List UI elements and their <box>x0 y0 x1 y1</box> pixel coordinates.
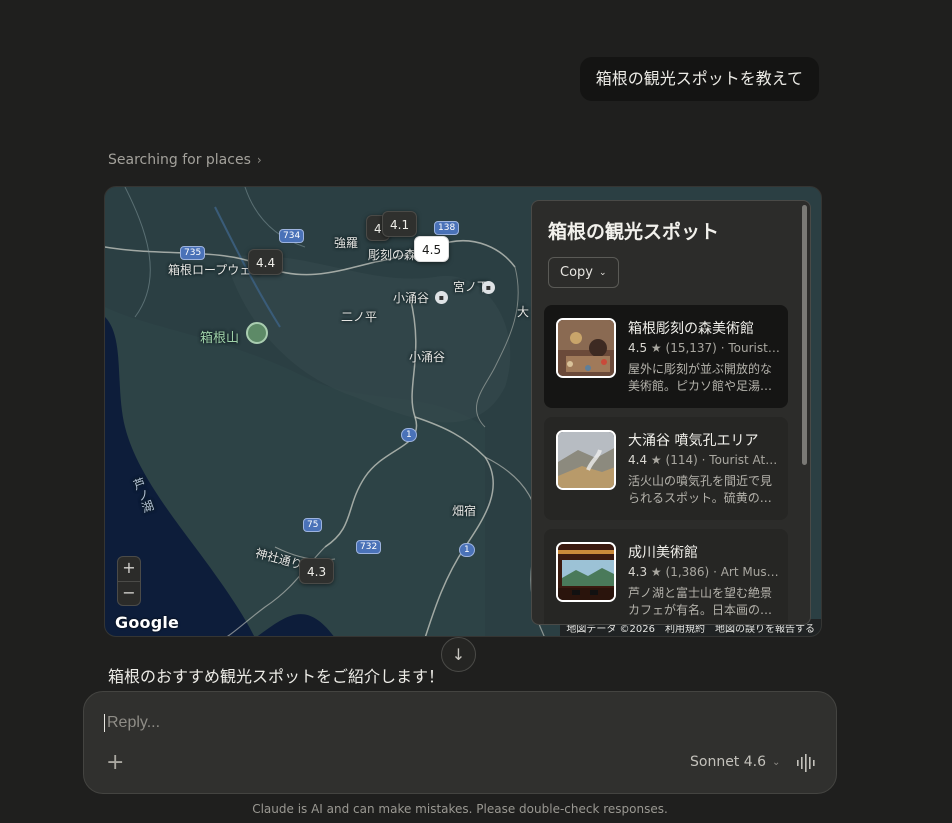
place-photo <box>556 318 616 378</box>
meta-separator: · <box>720 341 725 355</box>
copy-button[interactable]: Copy ⌄ <box>548 257 619 288</box>
map-label-ninotaira: 二ノ平 <box>341 310 378 324</box>
place-name: 箱根彫刻の森美術館 <box>628 321 754 337</box>
chevron-down-icon: ⌄ <box>772 756 781 768</box>
map-label-gora: 強羅 <box>334 236 359 250</box>
map-label-edge: 大 <box>517 305 530 319</box>
voice-input-button[interactable] <box>796 754 818 776</box>
route-shield: 1 <box>459 543 475 557</box>
chevron-down-icon: ⌄ <box>598 267 607 278</box>
place-category: Tourist … <box>728 341 780 355</box>
places-list: 箱根彫刻の森美術館 4.5 ★ (15,137) · Tourist … 屋外に… <box>544 305 788 624</box>
route-shield: 732 <box>356 540 382 554</box>
plus-icon: + <box>106 750 125 775</box>
star-icon: ★ <box>650 453 662 467</box>
train-station-icon: ▪ <box>435 291 448 304</box>
reply-input[interactable] <box>104 714 704 732</box>
searching-status[interactable]: Searching for places › <box>108 152 262 168</box>
zoom-control: + − <box>117 556 141 606</box>
place-reviews: (114) <box>665 453 698 467</box>
map-label-hatajuku: 畑宿 <box>452 504 477 518</box>
map-label-hakoneyama: 箱根山 <box>200 331 240 346</box>
map-pin[interactable]: 4.4 <box>248 249 284 275</box>
add-attachment-button[interactable]: + <box>106 752 124 774</box>
place-rating: 4.5 <box>628 341 648 355</box>
mountain-icon[interactable] <box>246 322 268 344</box>
place-meta: 4.5 ★ (15,137) · Tourist … <box>628 341 780 355</box>
map-pin[interactable]: 4.3 <box>299 558 335 584</box>
place-rating: 4.3 <box>628 565 648 579</box>
place-name: 大涌谷 噴気孔エリア <box>628 433 759 449</box>
star-icon: ★ <box>650 565 662 579</box>
map-label-sculpture: 彫刻の森 <box>368 248 417 262</box>
place-meta: 4.3 ★ (1,386) · Art Mus… <box>628 565 780 579</box>
zoom-out-button[interactable]: − <box>118 581 140 605</box>
map-pin-active[interactable]: 4.5 <box>414 236 450 262</box>
place-meta: 4.4 ★ (114) · Tourist Att… <box>628 453 780 467</box>
place-card[interactable]: 大涌谷 噴気孔エリア 4.4 ★ (114) · Tourist Att… 活火… <box>544 417 788 520</box>
place-category: Tourist Att… <box>709 453 780 467</box>
waveform-icon <box>797 754 815 772</box>
disclaimer: Claude is AI and can make mistakes. Plea… <box>252 802 668 816</box>
copy-label: Copy <box>560 265 593 280</box>
user-message-bubble: 箱根の観光スポットを教えて <box>579 57 819 101</box>
place-card[interactable]: 箱根彫刻の森美術館 4.5 ★ (15,137) · Tourist … 屋外に… <box>544 305 788 408</box>
route-shield: 735 <box>180 246 206 260</box>
route-shield: 138 <box>434 221 460 235</box>
place-name: 成川美術館 <box>628 545 698 561</box>
panel-scrollbar[interactable] <box>802 205 807 465</box>
meta-separator: · <box>701 453 706 467</box>
route-shield: 734 <box>279 229 305 243</box>
route-shield: 75 <box>303 518 323 532</box>
place-description: 屋外に彫刻が並ぶ開放的な美術館。ピカソ館や足湯… <box>628 362 773 393</box>
places-panel: 箱根の観光スポット Copy ⌄ 箱根彫刻の森美術館 4.5 ★ (15,137… <box>531 200 811 625</box>
place-photo <box>556 542 616 602</box>
place-photo <box>556 430 616 490</box>
composer: + Sonnet 4.6 ⌄ <box>83 691 837 794</box>
searching-label: Searching for places <box>108 152 251 168</box>
chevron-right-icon: › <box>256 153 262 167</box>
assistant-intro: 箱根のおすすめ観光スポットをご紹介します！ <box>108 667 445 686</box>
place-category: Art Mus… <box>720 565 779 579</box>
train-station-icon: ▪ <box>482 281 495 294</box>
model-selector[interactable]: Sonnet 4.6 ⌄ <box>690 754 780 770</box>
place-reviews: (15,137) <box>665 341 717 355</box>
star-icon: ★ <box>650 341 662 355</box>
zoom-in-button[interactable]: + <box>118 557 140 581</box>
place-rating: 4.4 <box>628 453 648 467</box>
route-shield: 1 <box>401 428 417 442</box>
map-label-kowakudani: 小涌谷 <box>409 350 446 364</box>
scroll-down-button[interactable]: ↓ <box>441 637 476 672</box>
meta-separator: · <box>713 565 717 579</box>
place-reviews: (1,386) <box>665 565 710 579</box>
panel-title: 箱根の観光スポット <box>548 221 720 243</box>
map-pin[interactable]: 4.1 <box>382 211 418 237</box>
arrow-down-icon: ↓ <box>451 645 466 664</box>
place-description: 活火山の噴気孔を間近で見られるスポット。硫黄の… <box>628 474 773 505</box>
model-name: Sonnet 4.6 <box>690 754 767 770</box>
place-description: 芦ノ湖と富士山を望む絶景カフェが有名。日本画の… <box>628 586 773 617</box>
place-card[interactable]: 成川美術館 4.3 ★ (1,386) · Art Mus… 芦ノ湖と富士山を望… <box>544 529 788 624</box>
google-logo: Google <box>115 613 180 632</box>
map-label-kowakudani-station: 小涌谷 <box>393 291 430 305</box>
map-view[interactable]: 強羅 彫刻の森 箱根ロープウェイ 小涌谷 宮ノ下 大 二ノ平 小涌谷 箱根山 芦… <box>104 186 822 637</box>
